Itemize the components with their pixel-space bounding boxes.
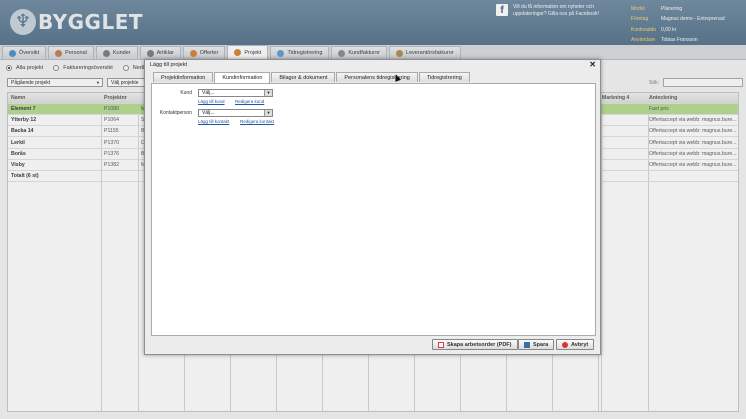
add-customer-link[interactable]: Lägg till kund [198,99,225,104]
save-label: Spara [533,341,549,348]
cancel-button[interactable]: Avbryt [556,339,595,350]
dialog-tabs: Projektinformation Kundinformation Bilagor… [153,72,470,83]
dialog-tab[interactable]: Personalens tidregistrering [336,72,418,82]
create-workorder-pdf-label: Skapa arbetsorder (PDF) [447,341,512,348]
edit-contact-link[interactable]: Redigera kontakt [240,119,274,124]
add-contact-link[interactable]: Lägg till kontakt [198,119,229,124]
close-icon[interactable]: ✕ [589,60,596,70]
dialog-tab[interactable]: Tidregistrering [418,72,470,82]
dialog-tab-content: Kund Välj... ▼ Lägg till kund Redigera k… [151,83,596,336]
kund-select[interactable]: Välj... ▼ [198,89,273,97]
pdf-icon [438,341,444,348]
chevron-down-icon: ▼ [264,90,272,96]
chevron-down-icon: ▼ [264,110,272,116]
dialog-footer: Skapa arbetsorder (PDF) Spara Avbryt [145,337,602,355]
dialog-tab[interactable]: Kundinformation [214,72,271,83]
kontakt-label: Kontaktperson [159,110,192,116]
cancel-label: Avbryt [571,341,589,348]
kund-label: Kund [180,90,192,96]
kund-select-value: Välj... [202,90,215,96]
create-workorder-pdf-button[interactable]: Skapa arbetsorder (PDF) [432,339,518,350]
dialog-tab[interactable]: Bilagor & dokument [271,72,336,82]
floppy-disk-icon [524,341,530,348]
kontakt-select-value: Välj... [202,110,215,116]
edit-customer-link[interactable]: Redigera kund [235,99,264,104]
dialog-tab[interactable]: Projektinformation [153,72,214,82]
dialog-title: Lägg till projekt [150,62,187,68]
cancel-icon [562,341,568,348]
save-button[interactable]: Spara [518,339,555,350]
kontakt-select[interactable]: Välj... ▼ [198,109,273,117]
add-project-dialog: Lägg till projekt ✕ Projektinformation Ku… [144,59,601,355]
